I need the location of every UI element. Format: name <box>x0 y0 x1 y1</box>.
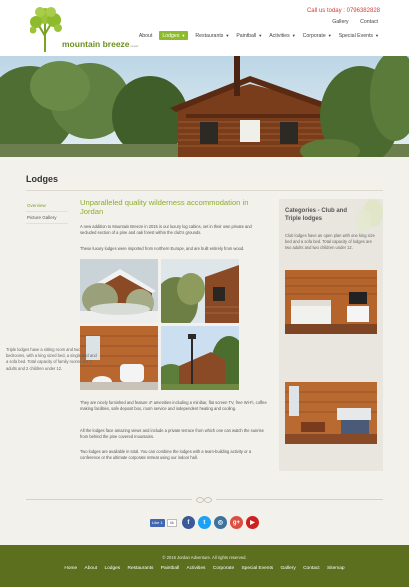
footer-link-home[interactable]: Home <box>64 566 77 571</box>
nav-label: Lodges <box>162 32 180 39</box>
social-links: Like 1 0k f t ◎ g+ ▶ <box>150 516 262 529</box>
paragraph-views: All the lodges face amazing views and in… <box>80 428 264 440</box>
hero-banner-image <box>0 56 409 157</box>
chevron-down-icon: ▼ <box>291 33 296 38</box>
divider-right <box>216 499 383 500</box>
instagram-icon[interactable]: ◎ <box>213 516 227 529</box>
nav-label: Restaurants <box>195 32 224 39</box>
ornament-icon <box>195 497 213 503</box>
site-footer: © 2016 Jordan Adventure. All rights rese… <box>0 545 409 587</box>
footer-nav: Home About Lodges Restaurants Paintball … <box>0 566 409 571</box>
nav-item-corporate[interactable]: Corporate ▼ <box>303 31 332 40</box>
instagram-glyph: ◎ <box>217 520 224 526</box>
nav-item-special-events[interactable]: Special Events ▼ <box>339 31 379 40</box>
nav-label: About <box>138 32 153 39</box>
like-label: Like 1 <box>152 520 163 525</box>
nav-item-activities[interactable]: Activities ▼ <box>269 31 295 40</box>
sidebar-photo-living-room[interactable] <box>285 382 377 444</box>
site-header: mountain breezeresort Call us today : 07… <box>0 0 409 56</box>
logo-text: mountain breezeresort <box>62 39 139 49</box>
main-nav: About Lodges ▼ Restaurants ▼ Paintball ▼ Ac… <box>132 31 379 40</box>
google-plus-glyph: g+ <box>232 519 240 526</box>
footer-link-restaurants[interactable]: Restaurants <box>128 566 154 571</box>
twitter-glyph: t <box>203 519 206 526</box>
nav-item-restaurants[interactable]: Restaurants ▼ <box>195 31 229 40</box>
footer-link-lodges[interactable]: Lodges <box>104 566 120 571</box>
footer-link-paintball[interactable]: Paintball <box>161 566 179 571</box>
like-count-badge: 0k <box>166 518 177 527</box>
facebook-icon[interactable]: f <box>181 516 195 529</box>
nav-label: Paintball <box>236 32 257 39</box>
gallery-photo-cabin-lamp[interactable] <box>161 326 239 390</box>
paragraph-amenities: They are nicely furnished and feature 4*… <box>80 400 267 412</box>
nav-item-paintball[interactable]: Paintball ▼ <box>236 31 262 40</box>
nav-item-lodges[interactable]: Lodges ▼ <box>159 31 189 40</box>
subnav-item-overview[interactable]: Overview <box>26 200 68 212</box>
footer-link-special-events[interactable]: Special Events <box>241 566 273 571</box>
chevron-down-icon: ▼ <box>258 33 263 38</box>
chevron-down-icon: ▼ <box>225 33 230 38</box>
top-link-gallery[interactable]: Gallery <box>332 19 348 25</box>
subnav-item-picture-gallery[interactable]: Picture Gallery <box>26 212 68 224</box>
sub-nav: Overview Picture Gallery <box>26 200 68 224</box>
copyright-text: © 2016 Jordan Adventure. All rights rese… <box>162 555 247 560</box>
twitter-icon[interactable]: t <box>197 516 211 529</box>
chevron-down-icon: ▼ <box>181 33 186 38</box>
sidebar-photo-bedroom[interactable] <box>285 270 377 334</box>
footer-link-gallery[interactable]: Gallery <box>281 566 296 571</box>
footer-link-activities[interactable]: Activities <box>187 566 206 571</box>
footer-link-about[interactable]: About <box>85 566 98 571</box>
footer-link-sitemap[interactable]: Sitemap <box>327 566 345 571</box>
like-icon[interactable]: Like 1 <box>150 518 165 527</box>
call-us-text: Call us today : 0796382828 <box>306 8 380 14</box>
sidebar-categories: Categories - Club and Triple lodges Club… <box>279 199 383 471</box>
youtube-glyph: ▶ <box>250 520 255 526</box>
nav-label: Special Events <box>338 32 374 39</box>
nav-label: Corporate <box>302 32 326 39</box>
nav-label: Activities <box>269 32 290 39</box>
sidebar-club-lodges-text: Club lodges have an open plan with one k… <box>285 233 375 251</box>
divider-left <box>26 499 192 500</box>
paragraph-availability: Two lodges are available in total. You c… <box>80 449 252 461</box>
gallery-photo-cabin-forest[interactable] <box>161 259 239 323</box>
top-link-contact[interactable]: Contact <box>360 19 378 25</box>
sidebar-title: Categories - Club and Triple lodges <box>285 208 348 222</box>
paragraph-intro: A new addition to Mountain Breeze in 201… <box>80 224 252 236</box>
gallery-photo-snowy-cabin[interactable] <box>80 259 158 323</box>
paragraph-imported: These luxury lodges were imported from n… <box>80 246 245 251</box>
footer-link-contact[interactable]: Contact <box>303 566 320 571</box>
footer-link-corporate[interactable]: Corporate <box>213 566 234 571</box>
title-divider <box>26 190 383 191</box>
sidebar-triple-lodges-text: Triple lodges have a sitting room and tw… <box>6 347 97 371</box>
chevron-down-icon: ▼ <box>327 33 332 38</box>
youtube-icon[interactable]: ▶ <box>245 516 259 529</box>
facebook-glyph: f <box>187 519 190 526</box>
page-title: Lodges <box>26 174 59 184</box>
chevron-down-icon: ▼ <box>375 33 379 38</box>
nav-item-about[interactable]: About <box>139 31 153 40</box>
google-plus-icon[interactable]: g+ <box>229 516 243 529</box>
top-links: Gallery Contact <box>322 19 378 25</box>
section-heading: Unparalleled quality wilderness accommod… <box>80 198 249 216</box>
